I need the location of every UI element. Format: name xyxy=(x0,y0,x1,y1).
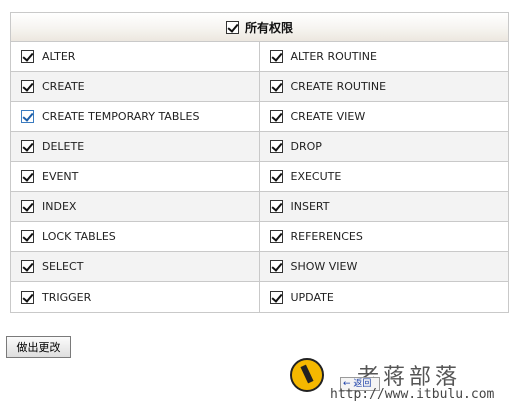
privileges-rows: ALTER ALTER ROUTINE CREATE CREATE ROUTINE CR… xyxy=(11,42,508,312)
privilege-insert-label: INSERT xyxy=(290,200,330,213)
privilege-execute-checkbox[interactable] xyxy=(269,170,283,183)
privilege-insert: INSERT xyxy=(260,192,509,221)
privilege-references-checkbox[interactable] xyxy=(269,230,283,243)
privilege-show-view: SHOW VIEW xyxy=(260,252,509,281)
privilege-drop-label: DROP xyxy=(290,140,322,153)
privilege-lock-tables-label: LOCK TABLES xyxy=(42,230,116,243)
privilege-trigger: TRIGGER xyxy=(11,282,260,312)
privilege-create-view: CREATE VIEW xyxy=(260,102,509,131)
privilege-row: CREATE CREATE ROUTINE xyxy=(11,72,508,102)
all-privileges-header: 所有权限 xyxy=(11,13,508,42)
all-privileges-checkbox[interactable] xyxy=(225,20,239,34)
privilege-event: EVENT xyxy=(11,162,260,191)
privilege-select-label: SELECT xyxy=(42,260,84,273)
privilege-alter-checkbox[interactable] xyxy=(21,50,34,63)
privilege-alter-routine-label: ALTER ROUTINE xyxy=(290,50,377,63)
privilege-create-label: CREATE xyxy=(42,80,85,93)
privilege-alter-routine: ALTER ROUTINE xyxy=(260,42,509,71)
privilege-event-checkbox[interactable] xyxy=(21,170,34,183)
privilege-drop-checkbox[interactable] xyxy=(269,140,283,153)
privilege-update: UPDATE xyxy=(260,282,509,312)
privilege-event-label: EVENT xyxy=(42,170,79,183)
privilege-row: TRIGGER UPDATE xyxy=(11,282,508,312)
privilege-select-checkbox[interactable] xyxy=(21,260,34,273)
privilege-row: LOCK TABLES REFERENCES xyxy=(11,222,508,252)
privilege-create-routine: CREATE ROUTINE xyxy=(260,72,509,101)
privilege-trigger-label: TRIGGER xyxy=(42,290,92,304)
privilege-show-view-checkbox[interactable] xyxy=(269,260,283,273)
privilege-references: REFERENCES xyxy=(260,222,509,251)
privilege-lock-tables: LOCK TABLES xyxy=(11,222,260,251)
privilege-row: CREATE TEMPORARY TABLES CREATE VIEW xyxy=(11,102,508,132)
privilege-index-checkbox[interactable] xyxy=(21,200,34,213)
privilege-row: DELETE DROP xyxy=(11,132,508,162)
privilege-delete-checkbox[interactable] xyxy=(21,140,34,153)
privilege-alter-label: ALTER xyxy=(42,50,76,63)
watermark-url: http://www.itbulu.com xyxy=(330,387,495,402)
privilege-create-checkbox[interactable] xyxy=(21,80,34,93)
privilege-alter: ALTER xyxy=(11,42,260,71)
privilege-execute: EXECUTE xyxy=(260,162,509,191)
privilege-lock-tables-checkbox[interactable] xyxy=(21,230,34,243)
privilege-create-view-checkbox[interactable] xyxy=(269,110,283,123)
privilege-index-label: INDEX xyxy=(42,200,77,213)
privilege-create-temporary-tables-checkbox[interactable] xyxy=(21,110,34,123)
privilege-execute-label: EXECUTE xyxy=(290,170,342,183)
privilege-delete: DELETE xyxy=(11,132,260,161)
save-changes-button[interactable]: 做出更改 xyxy=(6,336,71,358)
privilege-row: SELECT SHOW VIEW xyxy=(11,252,508,282)
privilege-insert-checkbox[interactable] xyxy=(269,200,283,213)
all-privileges-label: 所有权限 xyxy=(244,20,293,35)
privilege-trigger-checkbox[interactable] xyxy=(21,290,34,304)
privilege-select: SELECT xyxy=(11,252,260,281)
privilege-create-routine-label: CREATE ROUTINE xyxy=(290,80,387,93)
privilege-update-checkbox[interactable] xyxy=(269,290,283,304)
privilege-create: CREATE xyxy=(11,72,260,101)
privilege-create-temporary-tables-label: CREATE TEMPORARY TABLES xyxy=(42,110,200,123)
privilege-update-label: UPDATE xyxy=(290,290,334,304)
privilege-row: INDEX INSERT xyxy=(11,192,508,222)
privilege-create-temporary-tables: CREATE TEMPORARY TABLES xyxy=(11,102,260,131)
privilege-drop: DROP xyxy=(260,132,509,161)
privilege-index: INDEX xyxy=(11,192,260,221)
privilege-row: ALTER ALTER ROUTINE xyxy=(11,42,508,72)
privilege-delete-label: DELETE xyxy=(42,140,85,153)
privilege-create-routine-checkbox[interactable] xyxy=(269,80,283,93)
privilege-alter-routine-checkbox[interactable] xyxy=(269,50,283,63)
privilege-references-label: REFERENCES xyxy=(290,230,363,243)
privileges-table: 所有权限 ALTER ALTER ROUTINE CREATE CREATE ROUT… xyxy=(10,12,509,313)
privilege-show-view-label: SHOW VIEW xyxy=(290,260,358,273)
pencil-logo-icon xyxy=(290,358,324,392)
privilege-create-view-label: CREATE VIEW xyxy=(290,110,366,123)
privilege-row: EVENT EXECUTE xyxy=(11,162,508,192)
